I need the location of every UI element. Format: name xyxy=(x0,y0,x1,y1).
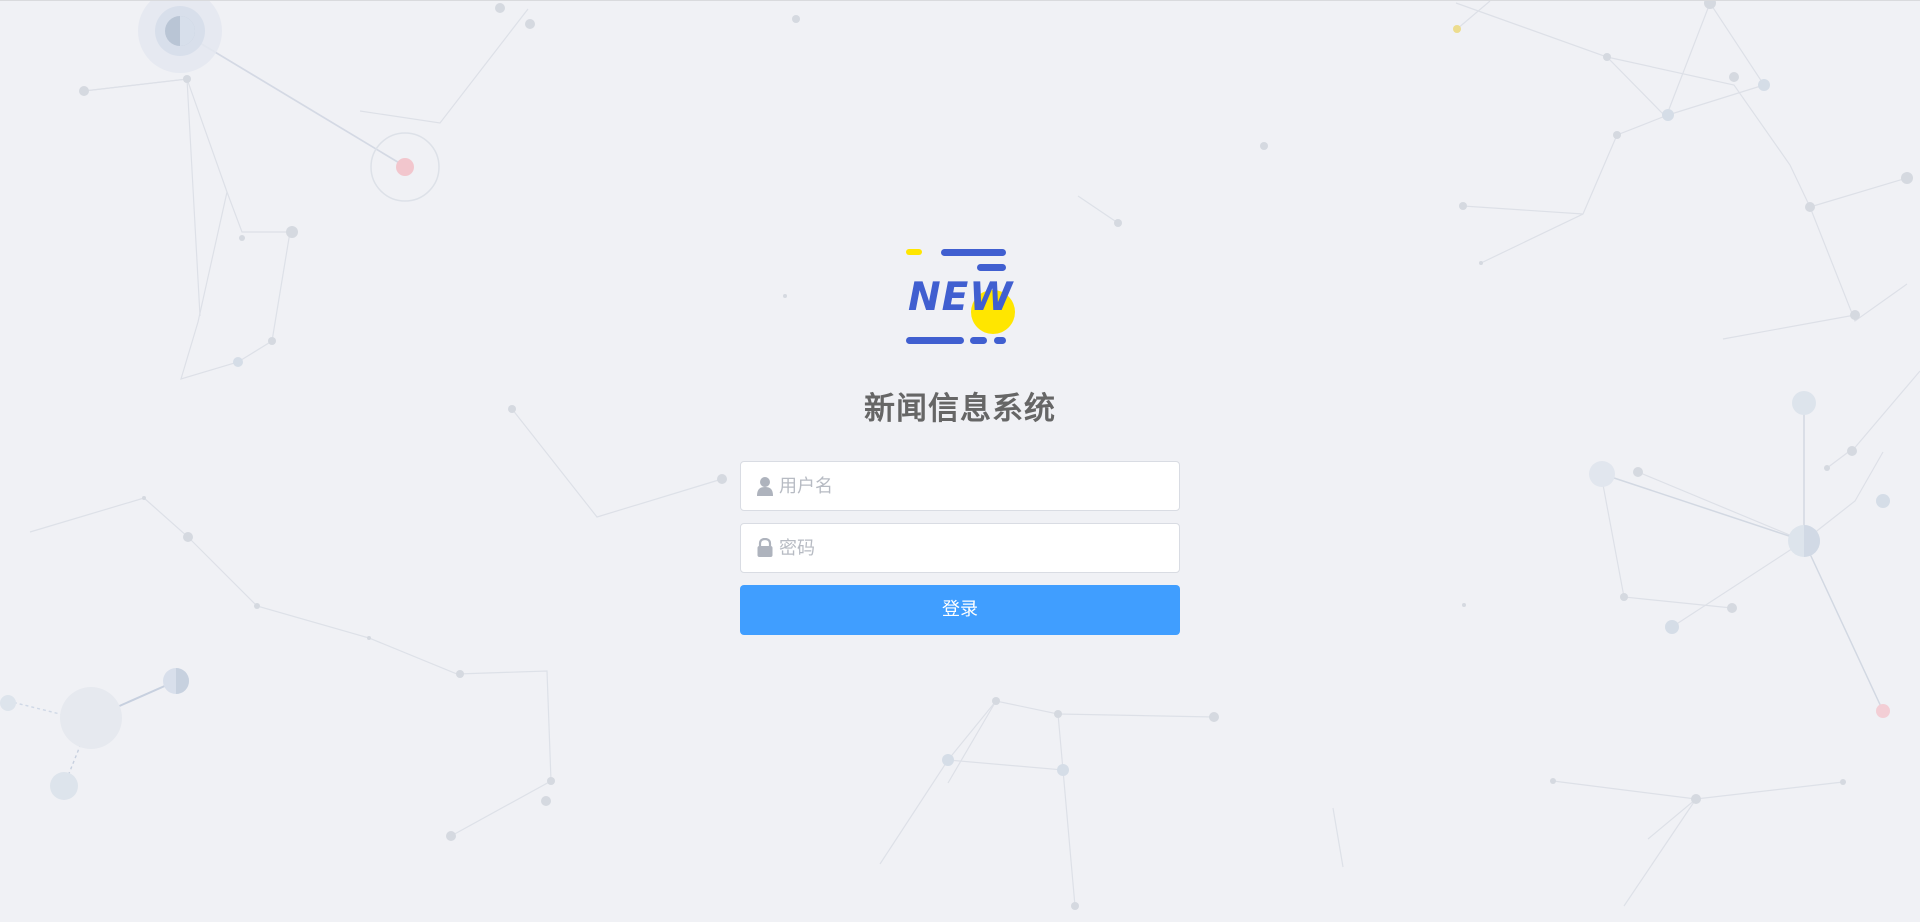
password-field[interactable] xyxy=(740,523,1180,573)
network-lines xyxy=(29,1,1920,907)
password-input[interactable] xyxy=(779,524,1169,572)
lock-icon xyxy=(756,537,774,558)
login-button[interactable]: 登录 xyxy=(740,585,1180,635)
news-logo-icon: NEW xyxy=(906,249,1015,344)
user-icon xyxy=(756,476,774,496)
logo-text: NEW xyxy=(908,275,1014,320)
network-nodes xyxy=(0,1,1913,910)
system-title: 新闻信息系统 xyxy=(864,390,1056,427)
username-field[interactable] xyxy=(740,461,1180,511)
username-input[interactable] xyxy=(779,462,1169,510)
news-logo: NEW xyxy=(904,241,1016,353)
login-page: NEW 新闻信息系统 用户名 登录 xyxy=(0,0,1920,922)
